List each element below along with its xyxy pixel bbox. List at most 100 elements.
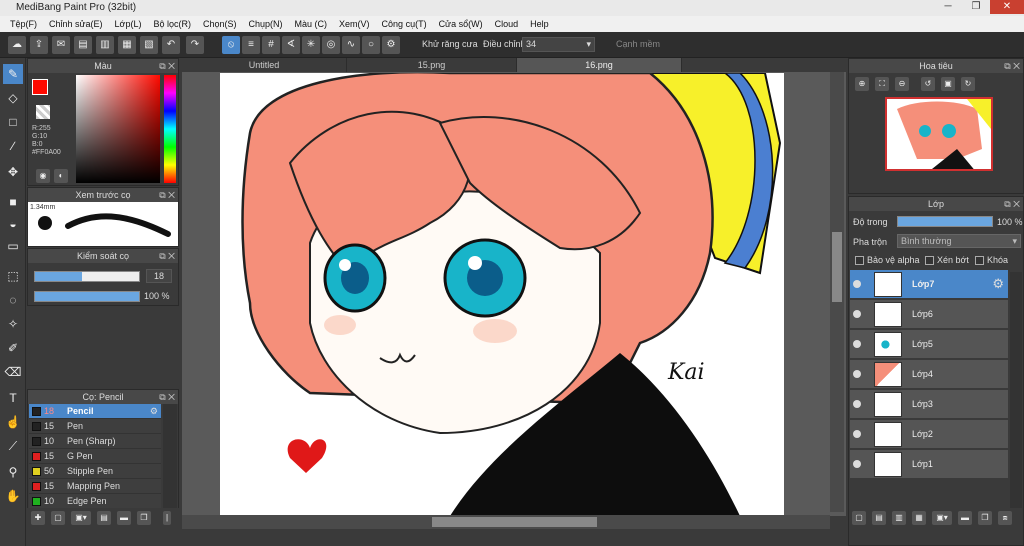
fill-rect-tool-icon[interactable]: ■ (3, 192, 23, 212)
brush-item[interactable]: 18 Pencil ⚙ (29, 404, 161, 419)
drawing-canvas[interactable]: Kai (220, 73, 784, 516)
duplicate-layer-icon[interactable]: ❐ (978, 511, 992, 525)
menu-color[interactable]: Màu (C) (289, 16, 334, 32)
brush-page-icon[interactable]: ▤ (97, 511, 111, 525)
visibility-icon[interactable] (853, 340, 861, 348)
clipping-checkbox[interactable] (925, 256, 934, 265)
panel-close-icon[interactable]: ⧉ ✕ (1004, 197, 1020, 211)
visibility-icon[interactable] (853, 400, 861, 408)
layer-opacity-slider[interactable] (897, 216, 993, 227)
new-brush-icon[interactable]: ▢ (51, 511, 65, 525)
visibility-icon[interactable] (853, 430, 861, 438)
undo-icon[interactable]: ↶ (162, 36, 180, 54)
select-tool-icon[interactable]: ⬚ (3, 266, 23, 286)
brush-item[interactable]: 10 Pen (Sharp) (29, 434, 161, 449)
menu-layer[interactable]: Lớp(L) (109, 16, 148, 32)
vscroll-thumb[interactable] (832, 232, 842, 302)
panel-close-icon[interactable]: ⧉ ✕ (159, 249, 175, 263)
brush-menu-icon[interactable]: ▣▾ (71, 511, 91, 525)
layer-folder-icon[interactable]: ▬ (958, 511, 972, 525)
menu-file[interactable]: Tệp(F) (4, 16, 43, 32)
fit-icon[interactable]: ⛶ (875, 77, 889, 91)
primary-color-swatch[interactable] (32, 79, 48, 95)
tab-untitled[interactable]: Untitled (182, 58, 347, 72)
menu-view[interactable]: Xem(V) (333, 16, 376, 32)
operation-tool-icon[interactable]: ☝ (3, 412, 23, 432)
dot-tool-icon[interactable]: ∕ (3, 136, 23, 156)
select-pen-icon[interactable]: ✐ (3, 338, 23, 358)
add-brush-icon[interactable]: ✚ (31, 511, 45, 525)
brush-size-slider[interactable] (34, 271, 140, 282)
menu-window[interactable]: Cửa sổ(W) (433, 16, 489, 32)
menu-tools[interactable]: Công cụ(T) (376, 16, 433, 32)
curve-snap-icon[interactable]: ∿ (342, 36, 360, 54)
comment-icon[interactable]: ✉ (52, 36, 70, 54)
vertical-scrollbar[interactable] (830, 72, 844, 512)
layer-row[interactable]: Lớp7 ⚙ (850, 270, 1008, 299)
cloud-icon[interactable]: ☁ (8, 36, 26, 54)
visibility-icon[interactable] (853, 310, 861, 318)
hand-tool-icon[interactable]: ✋ (3, 486, 23, 506)
menu-help[interactable]: Help (524, 16, 555, 32)
menu-select[interactable]: Chọn(S) (197, 16, 243, 32)
rect-tool-icon[interactable]: □ (3, 112, 23, 132)
brush-size-value[interactable]: 18 (146, 269, 172, 283)
color-picker-area[interactable] (76, 75, 160, 183)
circle-snap-icon[interactable]: ◎ (322, 36, 340, 54)
brush-item[interactable]: 15 Mapping Pen (29, 479, 161, 494)
select-eraser-icon[interactable]: ⌫ (3, 362, 23, 382)
palette-icon[interactable]: ◉ (36, 169, 50, 183)
redo-icon[interactable]: ↷ (186, 36, 204, 54)
grid-doc-icon[interactable]: ▦ (118, 36, 136, 54)
protect-alpha-checkbox[interactable] (855, 256, 864, 265)
angle-snap-icon[interactable]: ∢ (282, 36, 300, 54)
zoom-out-icon[interactable]: ⊖ (895, 77, 909, 91)
merge-layer-icon[interactable]: ⧈ (998, 511, 1012, 525)
rotate-left-icon[interactable]: ↺ (921, 77, 935, 91)
horizontal-scrollbar[interactable] (182, 515, 830, 529)
share-icon[interactable]: ⇪ (30, 36, 48, 54)
visibility-icon[interactable] (853, 460, 861, 468)
layer-row[interactable]: Lớp3 (850, 390, 1008, 419)
blend-select[interactable]: Bình thường ▾ (897, 234, 1021, 248)
page-icon[interactable]: ▤ (74, 36, 92, 54)
panel-close-icon[interactable]: ⧉ ✕ (159, 188, 175, 202)
document-icon[interactable]: ▥ (96, 36, 114, 54)
restore-button[interactable]: ❐ (962, 0, 990, 14)
layer-menu-icon[interactable]: ▣▾ (932, 511, 952, 525)
panel-close-icon[interactable]: ⧉ ✕ (159, 390, 175, 404)
brush-item[interactable]: 50 Stipple Pen (29, 464, 161, 479)
new-halftone-layer-icon[interactable]: ▤ (872, 511, 886, 525)
magic-wand-icon[interactable]: ✧ (3, 314, 23, 334)
layer-image-icon[interactable]: ▦ (912, 511, 926, 525)
layer-row[interactable]: Lớp6 (850, 300, 1008, 329)
new-layer-icon[interactable]: ▢ (852, 511, 866, 525)
grid-snap-icon[interactable]: # (262, 36, 280, 54)
duplicate-icon[interactable]: ❐ (137, 511, 151, 525)
bucket-tool-icon[interactable]: ◒ (3, 214, 23, 234)
folder-icon[interactable]: ▬ (117, 511, 131, 525)
brush-opacity-slider[interactable] (34, 291, 140, 302)
menu-cloud[interactable]: Cloud (489, 16, 525, 32)
gradient-tool-icon[interactable]: ▭ (3, 236, 23, 256)
layer-list-scrollbar[interactable] (1010, 272, 1022, 508)
menu-filter[interactable]: Bộ lọc(R) (147, 16, 197, 32)
layer-row[interactable]: Lớp4 (850, 360, 1008, 389)
layer-row[interactable]: Lớp5 (850, 330, 1008, 359)
eyedropper-icon[interactable]: ⚲ (3, 462, 23, 482)
new-1bit-layer-icon[interactable]: ▥ (892, 511, 906, 525)
layer-row[interactable]: Lớp2 (850, 420, 1008, 449)
menu-edit[interactable]: Chỉnh sửa(E) (43, 16, 109, 32)
panel-close-icon[interactable]: ⧉ ✕ (1004, 59, 1020, 73)
color-wheel-icon[interactable]: ◐ (54, 169, 68, 183)
brush-list-scrollbar[interactable] (163, 404, 177, 509)
transparent-swatch[interactable] (36, 105, 50, 119)
parallel-snap-icon[interactable]: ≡ (242, 36, 260, 54)
menu-snap[interactable]: Chụp(N) (243, 16, 289, 32)
layer-row[interactable]: Lớp1 (850, 450, 1008, 479)
gear-icon[interactable]: ⚙ (382, 36, 400, 54)
minimize-button[interactable]: ─ (934, 0, 962, 14)
panel-close-icon[interactable]: ⧉ ✕ (159, 59, 175, 73)
zoom-in-icon[interactable]: ⊕ (855, 77, 869, 91)
navigator-preview[interactable] (885, 97, 993, 171)
